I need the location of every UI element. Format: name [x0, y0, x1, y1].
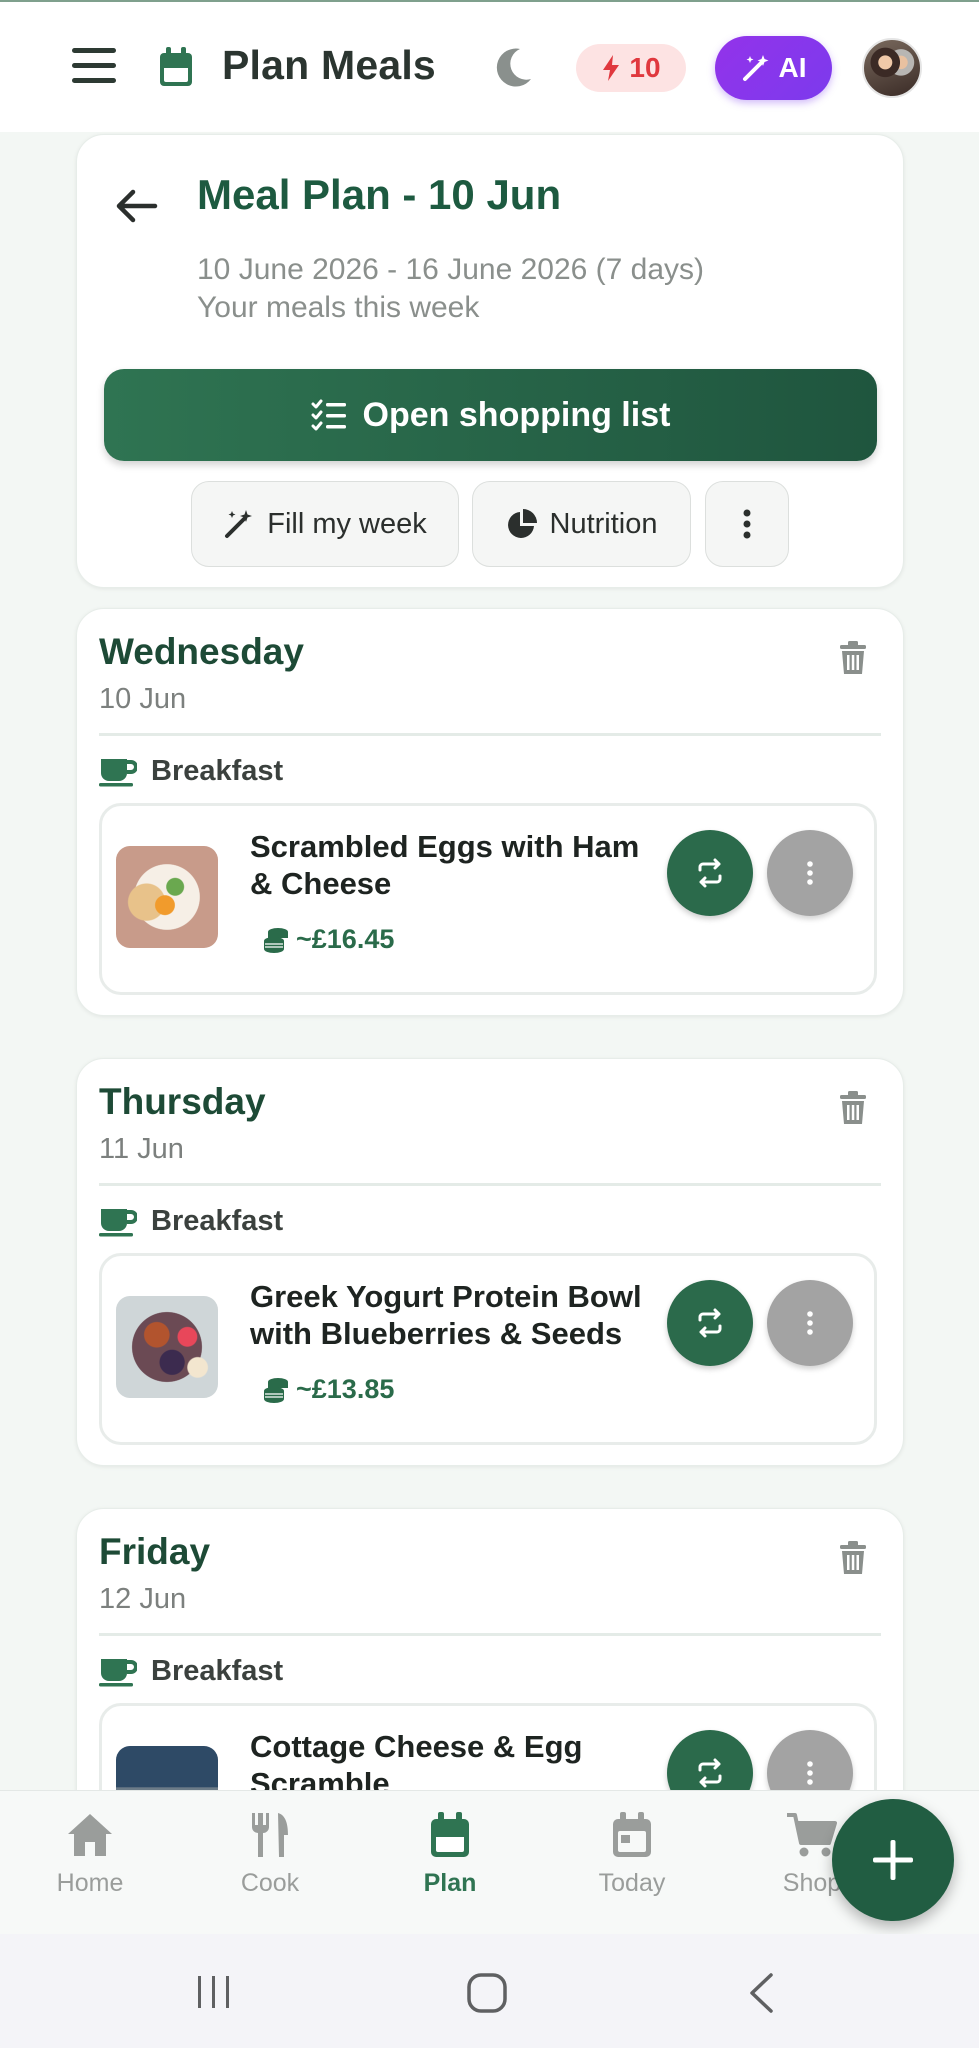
more-vertical-icon [807, 861, 813, 885]
trash-icon[interactable] [839, 1091, 867, 1125]
system-navigation-bar [0, 1934, 979, 2048]
plus-icon [873, 1840, 913, 1880]
day-date: 10 Jun [99, 683, 187, 715]
avatar[interactable] [862, 38, 922, 98]
day-date: 12 Jun [99, 1583, 187, 1615]
add-button[interactable] [832, 1799, 954, 1921]
credits-badge[interactable]: 10 [576, 44, 686, 92]
meal-type-breakfast: Breakfast [99, 1655, 283, 1688]
trash-icon[interactable] [839, 641, 867, 675]
more-vertical-icon [743, 509, 751, 539]
more-vertical-icon [807, 1761, 813, 1785]
coffee-cup-icon [99, 1658, 137, 1686]
trash-icon[interactable] [839, 1541, 867, 1575]
meal-more-button[interactable] [767, 830, 853, 916]
more-options-button[interactable] [705, 481, 789, 567]
day-name: Thursday [99, 1081, 266, 1122]
cart-icon [787, 1813, 837, 1857]
day-card-thursday: Thursday 11 Jun Breakfast Greek Yogurt P… [76, 1058, 904, 1466]
day-card-wednesday: Wednesday 10 Jun Breakfast Scrambled Egg… [76, 608, 904, 1016]
nav-shop-label: Shop [782, 1869, 842, 1897]
credits-count: 10 [629, 52, 661, 83]
checklist-icon [311, 399, 346, 431]
coffee-cup-icon [99, 1208, 137, 1236]
app-bar: Plan Meals 10 AI [0, 0, 979, 132]
meal-type-label: Breakfast [151, 755, 284, 787]
coins-icon [264, 927, 288, 953]
divider [99, 1183, 881, 1186]
calendar-icon [160, 47, 192, 86]
calendar-icon [431, 1812, 469, 1857]
back-system-icon[interactable] [746, 1972, 776, 2014]
dark-mode-icon[interactable] [494, 46, 534, 88]
meal-image [116, 1296, 218, 1398]
meal-cost-value: ~£16.45 [296, 924, 395, 954]
meal-name: Greek Yogurt Protein Bowl with Blueberri… [250, 1279, 642, 1351]
meal-type-breakfast: Breakfast [99, 1205, 283, 1238]
swap-meal-button[interactable] [667, 1280, 753, 1366]
nav-cook[interactable]: Cook [200, 1811, 340, 1898]
coffee-cup-icon [99, 758, 137, 786]
meal-type-label: Breakfast [151, 1655, 284, 1687]
nav-today-label: Today [598, 1869, 666, 1897]
meal-image [116, 846, 218, 948]
fork-knife-icon [252, 1813, 288, 1857]
nutrition-button[interactable]: Nutrition [472, 481, 691, 567]
meal-name: Scrambled Eggs with Ham & Cheese [250, 829, 640, 901]
meal-cost-value: ~£13.85 [296, 1374, 395, 1404]
fill-my-week-button[interactable]: Fill my week [191, 481, 459, 567]
app-title: Plan Meals [222, 42, 436, 88]
page-title: Meal Plan - 10 Jun [197, 171, 562, 218]
divider [99, 1633, 881, 1636]
bolt-icon [603, 55, 620, 81]
nav-home-label: Home [56, 1869, 124, 1897]
meal-cost: ~£16.45 [262, 924, 394, 955]
coins-icon [264, 1377, 288, 1403]
divider [99, 733, 881, 736]
home-icon [68, 1814, 112, 1856]
swap-icon [698, 1758, 722, 1788]
nav-plan[interactable]: Plan [380, 1811, 520, 1898]
ai-button[interactable]: AI [715, 36, 832, 100]
fill-my-week-label: Fill my week [267, 507, 427, 540]
nav-today[interactable]: Today [562, 1811, 702, 1898]
nutrition-label: Nutrition [549, 507, 658, 540]
menu-icon[interactable] [72, 48, 116, 84]
meal-item[interactable]: Greek Yogurt Protein Bowl with Blueberri… [99, 1253, 877, 1445]
meal-type-label: Breakfast [151, 1205, 284, 1237]
plan-subtitle: Your meals this week [197, 291, 480, 324]
more-vertical-icon [807, 1311, 813, 1335]
open-shopping-list-label: Open shopping list [362, 395, 671, 434]
swap-icon [698, 1308, 722, 1338]
nav-plan-label: Plan [423, 1869, 477, 1897]
meal-item[interactable]: Scrambled Eggs with Ham & Cheese ~£16.45 [99, 803, 877, 995]
meal-more-button[interactable] [767, 1280, 853, 1366]
ai-label: AI [778, 52, 807, 83]
day-name: Wednesday [99, 631, 304, 672]
nav-cook-label: Cook [240, 1869, 300, 1897]
swap-icon [698, 858, 722, 888]
home-system-icon[interactable] [466, 1972, 508, 2014]
calendar-day-icon [613, 1812, 651, 1857]
plan-date-range: 10 June 2026 - 16 June 2026 (7 days) [197, 253, 705, 286]
nav-home[interactable]: Home [20, 1811, 160, 1898]
meal-plan-header-card: Meal Plan - 10 Jun 10 June 2026 - 16 Jun… [76, 134, 904, 588]
magic-wand-icon [225, 510, 253, 538]
swap-meal-button[interactable] [667, 830, 753, 916]
back-arrow-icon[interactable] [115, 187, 159, 225]
pie-chart-icon [507, 509, 537, 538]
meal-cost: ~£13.85 [262, 1374, 394, 1405]
day-name: Friday [99, 1531, 211, 1572]
magic-wand-icon [742, 55, 768, 81]
meal-type-breakfast: Breakfast [99, 755, 283, 788]
day-date: 11 Jun [99, 1133, 184, 1165]
open-shopping-list-button[interactable]: Open shopping list [104, 369, 877, 461]
recent-apps-icon[interactable] [194, 1974, 234, 2010]
